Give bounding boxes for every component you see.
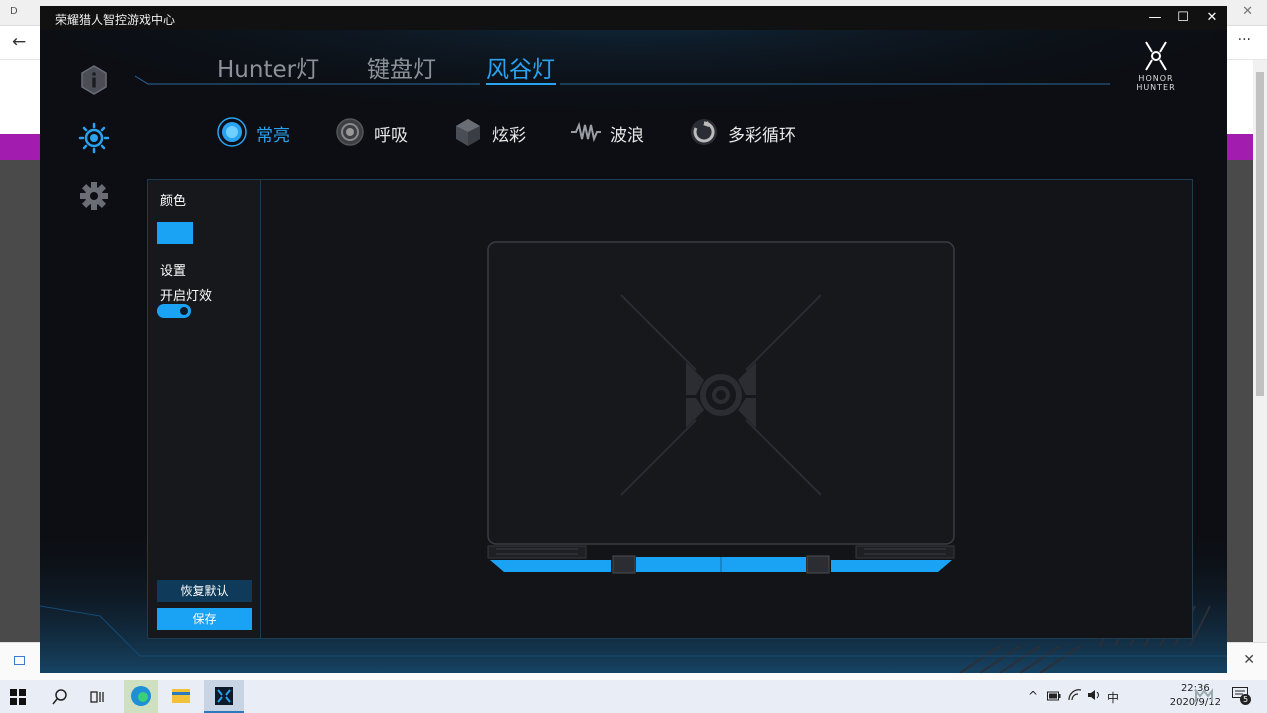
honor-tray-icon[interactable]: [1194, 688, 1214, 704]
tab-vent-light[interactable]: 风谷灯: [486, 50, 555, 84]
settings-gear-icon[interactable]: [78, 180, 110, 212]
browser-scrollbar[interactable]: [1253, 60, 1267, 642]
mode-breathing-label: 呼吸: [374, 126, 408, 146]
active-tab-underline: [486, 83, 556, 85]
scrollbar-thumb[interactable]: [1256, 72, 1264, 396]
honor-hunter-app-icon: [215, 687, 233, 705]
title-bar: 荣耀猎人智控游戏中心 — ☐ ✕: [40, 6, 1227, 30]
color-cycle-icon: [691, 119, 717, 145]
windows-taskbar: ^ 中 22:36 2020/9/12 5: [0, 680, 1267, 713]
breathing-icon: [336, 118, 364, 146]
task-view-icon[interactable]: [90, 689, 106, 705]
volume-icon[interactable]: [1087, 689, 1101, 701]
browser-close-icon[interactable]: ✕: [1242, 4, 1253, 19]
logo-text: HONOR HUNTER: [1136, 74, 1176, 92]
notification-center[interactable]: 5: [1232, 687, 1252, 705]
bottom-close-icon[interactable]: ✕: [1243, 652, 1255, 668]
settings-column: 颜色 设置 开启灯效 恢复默认 保存: [148, 180, 261, 638]
battery-icon[interactable]: [1047, 691, 1061, 701]
search-icon[interactable]: [52, 689, 68, 705]
tab-hunter-light[interactable]: Hunter灯: [217, 50, 319, 84]
file-explorer-button[interactable]: [164, 680, 198, 713]
info-icon[interactable]: [78, 64, 110, 96]
tray-overflow-icon[interactable]: ^: [1028, 689, 1038, 703]
lighting-panel: 颜色 设置 开启灯效 恢复默认 保存: [147, 179, 1193, 639]
notification-count-badge: 5: [1240, 694, 1251, 705]
wave-icon: [571, 121, 601, 143]
window-icon: [14, 656, 25, 665]
maximize-button[interactable]: ☐: [1169, 8, 1197, 28]
color-label: 颜色: [160, 194, 187, 209]
app-window: 荣耀猎人智控游戏中心 — ☐ ✕ Hunter灯 键盘灯 风谷灯 HONOR H…: [40, 6, 1227, 673]
lighting-icon[interactable]: [78, 122, 110, 154]
solid-light-icon: [217, 117, 247, 147]
minimize-button[interactable]: —: [1141, 8, 1169, 28]
back-arrow-icon[interactable]: ←: [12, 32, 26, 52]
laptop-preview: [487, 241, 955, 574]
wifi-icon[interactable]: [1068, 689, 1082, 701]
enable-effect-toggle[interactable]: [157, 304, 191, 318]
edge-browser-icon: [131, 686, 151, 706]
save-button[interactable]: 保存: [157, 608, 252, 630]
honor-hunter-taskbar-button[interactable]: [204, 680, 244, 713]
browser-tab[interactable]: D: [10, 6, 18, 17]
settings-label: 设置: [160, 264, 187, 279]
mode-colorful-label: 炫彩: [492, 126, 526, 146]
mode-wave-label: 波浪: [610, 126, 644, 146]
mode-color-cycle-label: 多彩循环: [728, 126, 796, 146]
folder-icon: [172, 689, 190, 703]
enable-effect-label: 开启灯效: [160, 289, 213, 304]
windows-start-icon[interactable]: [10, 689, 26, 705]
colorful-cube-icon: [456, 119, 480, 146]
more-options-icon[interactable]: ···: [1238, 32, 1251, 48]
color-swatch[interactable]: [157, 222, 193, 244]
toggle-knob: [180, 307, 188, 315]
edge-taskbar-button[interactable]: [124, 680, 158, 713]
ime-indicator[interactable]: 中: [1107, 689, 1119, 706]
close-button[interactable]: ✕: [1198, 8, 1226, 28]
reset-defaults-button[interactable]: 恢复默认: [157, 580, 252, 602]
mode-solid-label: 常亮: [256, 126, 290, 146]
tab-keyboard-light[interactable]: 键盘灯: [367, 50, 436, 84]
app-title: 荣耀猎人智控游戏中心: [55, 13, 176, 27]
